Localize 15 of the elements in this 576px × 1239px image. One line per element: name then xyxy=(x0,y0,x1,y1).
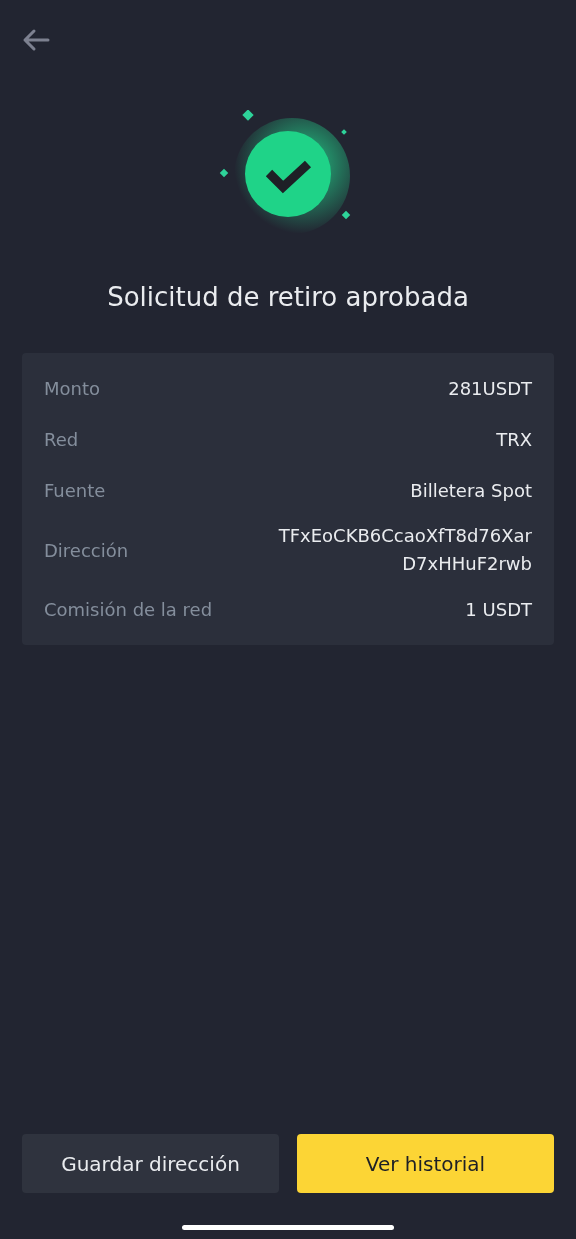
detail-label: Dirección xyxy=(44,538,129,563)
save-address-button[interactable]: Guardar dirección xyxy=(22,1134,279,1193)
detail-value: TFxEoCKB6CcaoXfT8d76Xar xyxy=(278,524,532,548)
page-title: Solicitud de retiro aprobada xyxy=(106,281,470,314)
detail-label: Red xyxy=(44,428,79,452)
detail-label: Comisión de la red xyxy=(44,598,213,622)
detail-label: Fuente xyxy=(44,479,106,503)
detail-value: 1 USDT xyxy=(465,597,532,622)
detail-value: TRX xyxy=(496,427,532,452)
detail-value: 281USDT xyxy=(448,376,532,401)
back-arrow-icon[interactable] xyxy=(22,28,50,52)
detail-label: Monto xyxy=(44,377,101,401)
detail-value: Billetera Spot xyxy=(410,478,532,503)
detail-value: D7xHHuF2rwb xyxy=(402,552,532,576)
history-button[interactable]: Ver historial xyxy=(297,1134,554,1193)
